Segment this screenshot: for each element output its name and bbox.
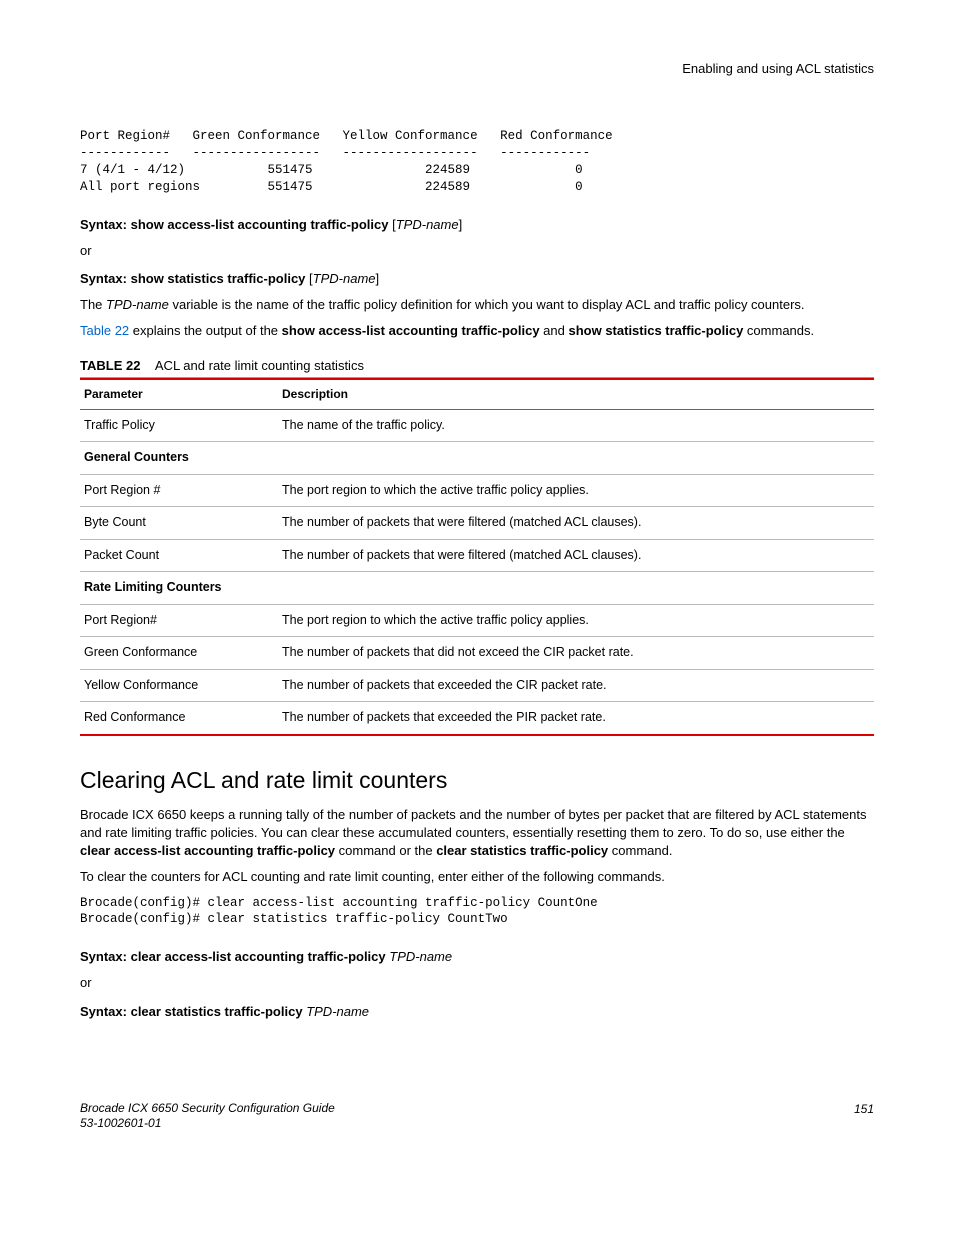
section-heading: Clearing ACL and rate limit counters: [80, 764, 874, 796]
desc-cell: The port region to which the active traf…: [278, 474, 874, 507]
table-header-param: Parameter: [80, 379, 278, 409]
desc-cell: The number of packets that did not excee…: [278, 637, 874, 670]
footer-doc-id: 53-1002601-01: [80, 1116, 161, 1130]
table-row: Port Region#The port region to which the…: [80, 604, 874, 637]
syntax-line: Syntax: show access-list accounting traf…: [80, 216, 874, 234]
syntax-command: show access-list accounting traffic-poli…: [131, 217, 389, 232]
syntax-arg: TPD-name: [306, 1004, 369, 1019]
param-cell: Green Conformance: [80, 637, 278, 670]
table-header-desc: Description: [278, 379, 874, 409]
table-caption: TABLE 22 ACL and rate limit counting sta…: [80, 357, 874, 378]
table-row: Traffic PolicyThe name of the traffic po…: [80, 409, 874, 442]
syntax-arg: TPD-name: [313, 271, 376, 286]
syntax-command: clear access-list accounting traffic-pol…: [131, 949, 386, 964]
paragraph: To clear the counters for ACL counting a…: [80, 868, 874, 886]
syntax-arg: TPD-name: [389, 949, 452, 964]
syntax-command: show statistics traffic-policy: [131, 271, 306, 286]
syntax-label: Syntax:: [80, 1004, 127, 1019]
syntax-arg: TPD-name: [396, 217, 459, 232]
param-cell: Red Conformance: [80, 702, 278, 735]
table-row: Green ConformanceThe number of packets t…: [80, 637, 874, 670]
paragraph: Brocade ICX 6650 keeps a running tally o…: [80, 806, 874, 861]
syntax-label: Syntax:: [80, 217, 127, 232]
table-row: Packet CountThe number of packets that w…: [80, 539, 874, 572]
param-cell: Traffic Policy: [80, 409, 278, 442]
table-row: Byte CountThe number of packets that wer…: [80, 507, 874, 540]
page-header: Enabling and using ACL statistics: [80, 60, 874, 78]
table-row: Red ConformanceThe number of packets tha…: [80, 702, 874, 735]
desc-cell: The number of packets that were filtered…: [278, 507, 874, 540]
cli-output-block: Port Region# Green Conformance Yellow Co…: [80, 128, 874, 196]
desc-cell: [278, 442, 874, 475]
desc-cell: The number of packets that were filtered…: [278, 539, 874, 572]
param-cell: Yellow Conformance: [80, 669, 278, 702]
syntax-line: Syntax: clear access-list accounting tra…: [80, 948, 874, 966]
syntax-label: Syntax:: [80, 949, 127, 964]
param-cell: Port Region#: [80, 604, 278, 637]
param-cell: Packet Count: [80, 539, 278, 572]
syntax-line: Syntax: clear statistics traffic-policy …: [80, 1003, 874, 1021]
desc-cell: The port region to which the active traf…: [278, 604, 874, 637]
header-title: Enabling and using ACL statistics: [682, 61, 874, 76]
table-row: Port Region #The port region to which th…: [80, 474, 874, 507]
table-link[interactable]: Table 22: [80, 323, 129, 338]
desc-cell: The number of packets that exceeded the …: [278, 669, 874, 702]
cli-input-block: Brocade(config)# clear access-list accou…: [80, 895, 874, 929]
table-row: Rate Limiting Counters: [80, 572, 874, 605]
table-number: TABLE 22: [80, 358, 140, 373]
page-footer: Brocade ICX 6650 Security Configuration …: [80, 1101, 874, 1132]
param-cell: Rate Limiting Counters: [80, 572, 278, 605]
desc-cell: [278, 572, 874, 605]
desc-cell: The number of packets that exceeded the …: [278, 702, 874, 735]
paragraph: The TPD-name variable is the name of the…: [80, 296, 874, 314]
table-row: General Counters: [80, 442, 874, 475]
syntax-command: clear statistics traffic-policy: [131, 1004, 303, 1019]
syntax-label: Syntax:: [80, 271, 127, 286]
footer-doc-title: Brocade ICX 6650 Security Configuration …: [80, 1101, 335, 1115]
table-title: ACL and rate limit counting statistics: [155, 358, 364, 373]
or-text: or: [80, 974, 874, 992]
parameters-table: Parameter Description Traffic PolicyThe …: [80, 378, 874, 736]
table-row: Yellow ConformanceThe number of packets …: [80, 669, 874, 702]
param-cell: Port Region #: [80, 474, 278, 507]
param-cell: Byte Count: [80, 507, 278, 540]
or-text: or: [80, 242, 874, 260]
page-number: 151: [854, 1101, 874, 1132]
param-cell: General Counters: [80, 442, 278, 475]
syntax-line: Syntax: show statistics traffic-policy […: [80, 270, 874, 288]
paragraph: Table 22 explains the output of the show…: [80, 322, 874, 340]
desc-cell: The name of the traffic policy.: [278, 409, 874, 442]
